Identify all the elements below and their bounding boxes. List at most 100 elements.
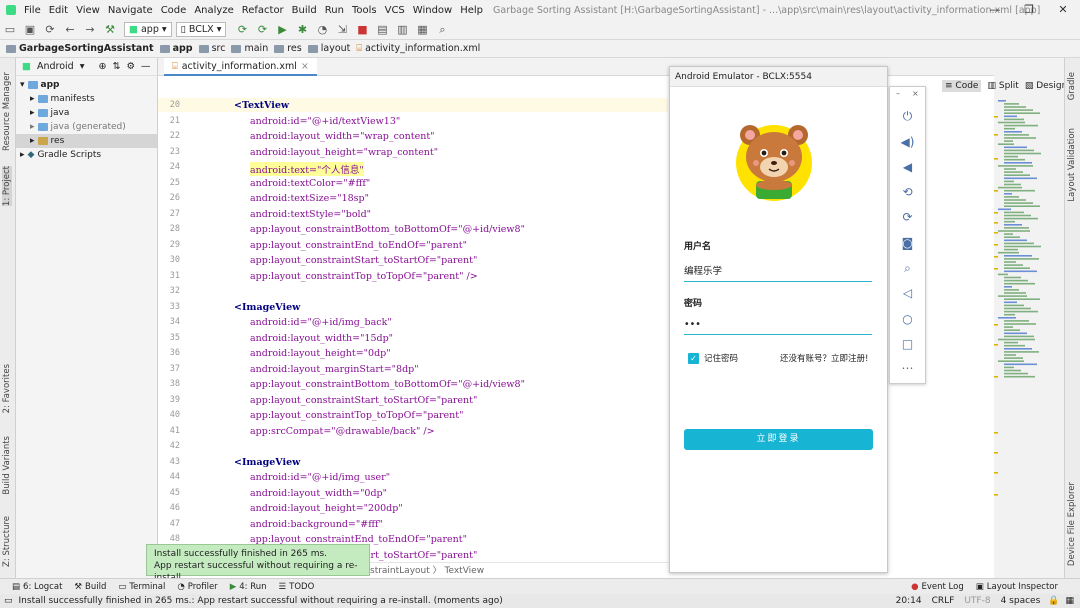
tree-item-java-generated[interactable]: ▸ java (generated)	[16, 120, 157, 134]
tree-item-app[interactable]: ▾ app	[16, 78, 157, 92]
rotate-right-icon[interactable]: ⟳	[890, 210, 925, 224]
camera-icon[interactable]: ◙	[890, 236, 925, 250]
home-icon[interactable]: ○	[890, 312, 925, 326]
sdk-manager-icon[interactable]: ▤	[372, 23, 392, 36]
menu-refactor[interactable]: Refactor	[242, 5, 284, 16]
memory-icon[interactable]: ▦	[1065, 596, 1074, 606]
rotate-left-icon[interactable]: ⟲	[890, 185, 925, 199]
menu-analyze[interactable]: Analyze	[194, 5, 233, 16]
attach-debugger-icon[interactable]: ⇲	[332, 23, 352, 36]
menu-view[interactable]: View	[76, 5, 100, 16]
apply-changes-icon[interactable]: ⟳	[232, 23, 252, 36]
view-mode-split[interactable]: ▥ Split	[987, 81, 1018, 91]
avd-manager-icon[interactable]: ▥	[392, 23, 412, 36]
tool-event-log[interactable]: ● Event Log	[911, 582, 964, 592]
hammer-icon[interactable]: ⚒	[100, 23, 120, 36]
volume-down-icon[interactable]: ◀	[890, 160, 925, 174]
menu-run[interactable]: Run	[325, 5, 344, 16]
open-icon[interactable]: ▭	[0, 23, 20, 36]
menu-code[interactable]: Code	[161, 5, 187, 16]
back-icon[interactable]: ←	[60, 23, 80, 36]
lock-icon[interactable]: 🔒	[1048, 596, 1059, 606]
collapse-icon[interactable]: ⇅	[112, 61, 120, 72]
username-input[interactable]: 编程乐学	[684, 263, 872, 282]
debug-icon[interactable]: ✱	[292, 23, 312, 36]
breadcrumb-src[interactable]: src	[198, 43, 225, 54]
breadcrumb-textview-tag[interactable]: TextView	[445, 566, 485, 576]
tool-logcat[interactable]: ▤ 6: Logcat	[12, 582, 62, 592]
tool-project[interactable]: 1: Project	[2, 166, 12, 207]
close-window-button[interactable]: ✕	[1046, 0, 1080, 20]
caret-position[interactable]: 20:14	[896, 596, 922, 606]
tree-item-java[interactable]: ▸ java	[16, 106, 157, 120]
sync-icon[interactable]: ⟳	[40, 23, 60, 36]
hide-icon[interactable]: —	[141, 61, 151, 72]
menu-tools[interactable]: Tools	[352, 5, 377, 16]
menu-edit[interactable]: Edit	[49, 5, 68, 16]
globe-icon[interactable]: ⊕	[99, 61, 107, 72]
search-icon[interactable]: ⌕	[432, 23, 452, 37]
indent-setting[interactable]: 4 spaces	[1001, 596, 1041, 606]
tool-run[interactable]: ▶ 4: Run	[230, 582, 267, 592]
project-structure-icon[interactable]: ▦	[412, 23, 432, 36]
view-mode-design[interactable]: ▧ Design	[1025, 81, 1067, 91]
menu-navigate[interactable]: Navigate	[108, 5, 153, 16]
save-icon[interactable]: ▣	[20, 23, 40, 36]
tool-gradle[interactable]: Gradle	[1067, 72, 1077, 100]
profile-icon[interactable]: ◔	[312, 23, 332, 36]
status-window-icon[interactable]: ▭	[4, 596, 13, 606]
tree-item-res[interactable]: ▸ res	[16, 134, 157, 148]
close-icon[interactable]: ×	[301, 61, 309, 72]
stop-icon[interactable]: ■	[352, 23, 372, 36]
breadcrumb-file[interactable]: ⌸ activity_information.xml	[356, 43, 480, 54]
menu-build[interactable]: Build	[292, 5, 317, 16]
tab-activity-information[interactable]: ⌸ activity_information.xml ×	[164, 58, 317, 76]
view-mode-code[interactable]: ≡ Code	[942, 80, 982, 92]
breadcrumb-res[interactable]: res	[274, 43, 302, 54]
password-input[interactable]: •••	[684, 319, 872, 335]
restore-button[interactable]: ❐	[1012, 0, 1046, 20]
remember-checkbox[interactable]: ✓	[688, 352, 699, 364]
more-icon[interactable]: ⋯	[890, 361, 925, 375]
emu-close-icon[interactable]: ×	[912, 89, 919, 98]
tool-structure[interactable]: Z: Structure	[2, 516, 12, 567]
gear-icon[interactable]: ⚙	[126, 61, 135, 72]
tree-item-gradle-scripts[interactable]: ▸ ◆ Gradle Scripts	[16, 148, 157, 162]
power-icon[interactable]: ⏻	[890, 109, 925, 124]
breadcrumb-app[interactable]: app	[159, 43, 193, 54]
run-icon[interactable]: ▶	[272, 23, 292, 36]
tool-resource-manager[interactable]: Resource Manager	[2, 72, 12, 151]
menu-window[interactable]: Window	[413, 5, 452, 16]
breadcrumb-layout-tag[interactable]: straintLayout	[370, 566, 430, 576]
tool-layout-inspector[interactable]: ▣ Layout Inspector	[976, 582, 1058, 592]
forward-icon[interactable]: →	[80, 23, 100, 36]
breadcrumb-layout[interactable]: layout	[307, 43, 350, 54]
device-select[interactable]: ▯ BCLX ▾	[175, 22, 227, 37]
tool-terminal[interactable]: ▭ Terminal	[118, 582, 165, 592]
tool-device-file-explorer[interactable]: Device File Explorer	[1067, 482, 1077, 566]
back-nav-icon[interactable]: ◁	[890, 286, 925, 300]
menu-file[interactable]: File	[24, 5, 41, 16]
tool-build-variants[interactable]: Build Variants	[2, 436, 12, 495]
tool-build[interactable]: ⚒ Build	[74, 582, 106, 592]
tree-item-manifests[interactable]: ▸ manifests	[16, 92, 157, 106]
run-config-select[interactable]: ■ app ▾	[124, 22, 172, 37]
tool-profiler[interactable]: ◔ Profiler	[177, 582, 217, 592]
login-button[interactable]: 立即登录	[684, 429, 873, 450]
apply-code-icon[interactable]: ⟳	[252, 23, 272, 36]
overview-icon[interactable]: □	[890, 337, 925, 351]
minimize-button[interactable]: —	[978, 0, 1012, 20]
zoom-icon[interactable]: ⌕	[890, 261, 925, 276]
breadcrumb-project[interactable]: GarbageSortingAssistant	[6, 43, 154, 54]
menu-help[interactable]: Help	[460, 5, 483, 16]
menu-vcs[interactable]: VCS	[385, 5, 405, 16]
tool-favorites[interactable]: 2: Favorites	[2, 364, 12, 413]
tool-todo[interactable]: ☰ TODO	[279, 582, 315, 592]
volume-up-icon[interactable]: ◀)	[890, 135, 925, 149]
status-message[interactable]: Install successfully finished in 265 ms.…	[19, 596, 503, 606]
project-view-select[interactable]: Android	[37, 61, 74, 72]
tool-layout-validation[interactable]: Layout Validation	[1067, 128, 1077, 202]
line-separator[interactable]: CRLF	[932, 596, 955, 606]
register-link[interactable]: 还没有账号？立即注册!	[780, 352, 868, 364]
breadcrumb-main[interactable]: main	[231, 43, 268, 54]
